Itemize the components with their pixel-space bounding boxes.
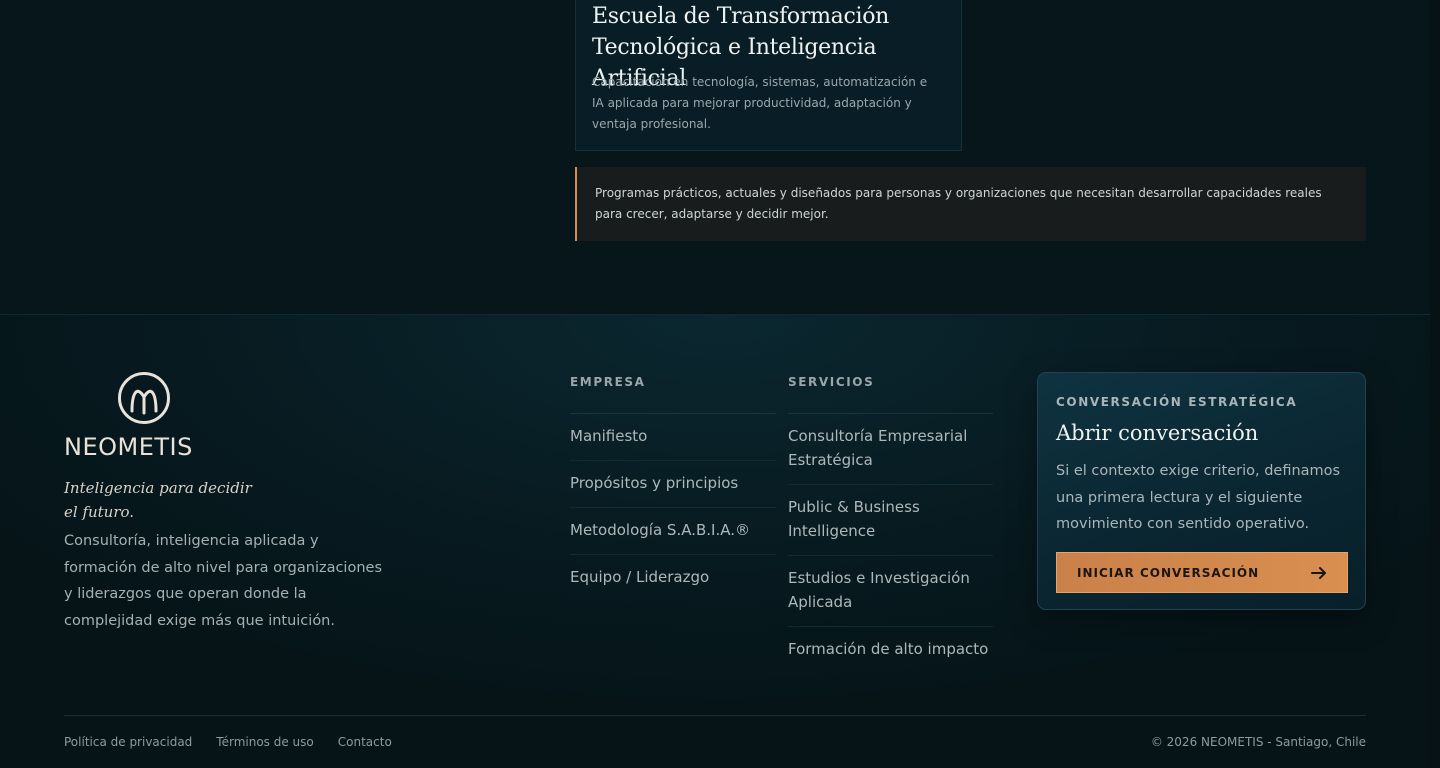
privacy-policy-link[interactable]: Política de privacidad xyxy=(64,735,192,749)
logo-wordmark: NEOMETIS xyxy=(64,433,193,461)
conversation-cta-card: CONVERSACIÓN ESTRATÉGICA Abrir conversac… xyxy=(1037,372,1366,610)
brand-about: Consultoría, inteligencia aplicada y for… xyxy=(64,533,383,629)
start-conversation-button[interactable]: INICIAR CONVERSACIÓN xyxy=(1056,552,1348,593)
footer-logo[interactable]: NEOMETIS xyxy=(64,371,224,461)
footer-link-metodologia[interactable]: Metodología S.A.B.I.A.® xyxy=(570,508,776,555)
school-description: Capacitación en tecnología, sistemas, au… xyxy=(592,75,928,131)
copyright-text: © 2026 NEOMETIS - Santiago, Chile xyxy=(1150,735,1366,749)
footer-link-manifiesto[interactable]: Manifiesto xyxy=(570,414,776,461)
programs-callout: Programas prácticos, actuales y diseñado… xyxy=(575,167,1366,241)
neometis-logo-icon xyxy=(118,372,170,424)
contact-link[interactable]: Contacto xyxy=(338,735,392,749)
empresa-links: Manifiesto Propósitos y principios Metod… xyxy=(570,413,776,601)
footer-link-consultoria[interactable]: Consultoría Empresarial Estratégica xyxy=(788,414,993,485)
cta-kicker: CONVERSACIÓN ESTRATÉGICA xyxy=(1056,395,1298,409)
footer-link-intelligence[interactable]: Public & Business Intelligence xyxy=(788,485,993,556)
terms-of-use-link[interactable]: Términos de uso xyxy=(216,735,313,749)
footer-link-equipo[interactable]: Equipo / Liderazgo xyxy=(570,555,776,601)
servicios-links: Consultoría Empresarial Estratégica Publ… xyxy=(788,413,993,673)
site-footer: NEOMETIS Inteligencia para decidir el fu… xyxy=(0,314,1440,768)
cta-title: Abrir conversación xyxy=(1056,421,1259,445)
footer-divider xyxy=(64,715,1366,716)
legal-links: Política de privacidad Términos de uso C… xyxy=(64,735,392,749)
footer-link-formacion[interactable]: Formación de alto impacto xyxy=(788,627,993,673)
footer-link-estudios[interactable]: Estudios e Investigación Aplicada xyxy=(788,556,993,627)
cta-description: Si el contexto exige criterio, definamos… xyxy=(1056,463,1341,532)
programs-section: Escuela de Transformación Tecnológica e … xyxy=(0,0,1440,314)
empresa-heading: EMPRESA xyxy=(570,375,646,389)
start-conversation-label: INICIAR CONVERSACIÓN xyxy=(1077,565,1260,580)
servicios-heading: SERVICIOS xyxy=(788,375,875,389)
school-card[interactable]: Escuela de Transformación Tecnológica e … xyxy=(575,0,962,151)
footer-link-propositos[interactable]: Propósitos y principios xyxy=(570,461,776,508)
brand-tagline: Inteligencia para decidir el futuro. xyxy=(64,479,252,521)
scrollbar-track[interactable] xyxy=(1430,0,1440,768)
arrow-right-icon xyxy=(1311,566,1326,579)
